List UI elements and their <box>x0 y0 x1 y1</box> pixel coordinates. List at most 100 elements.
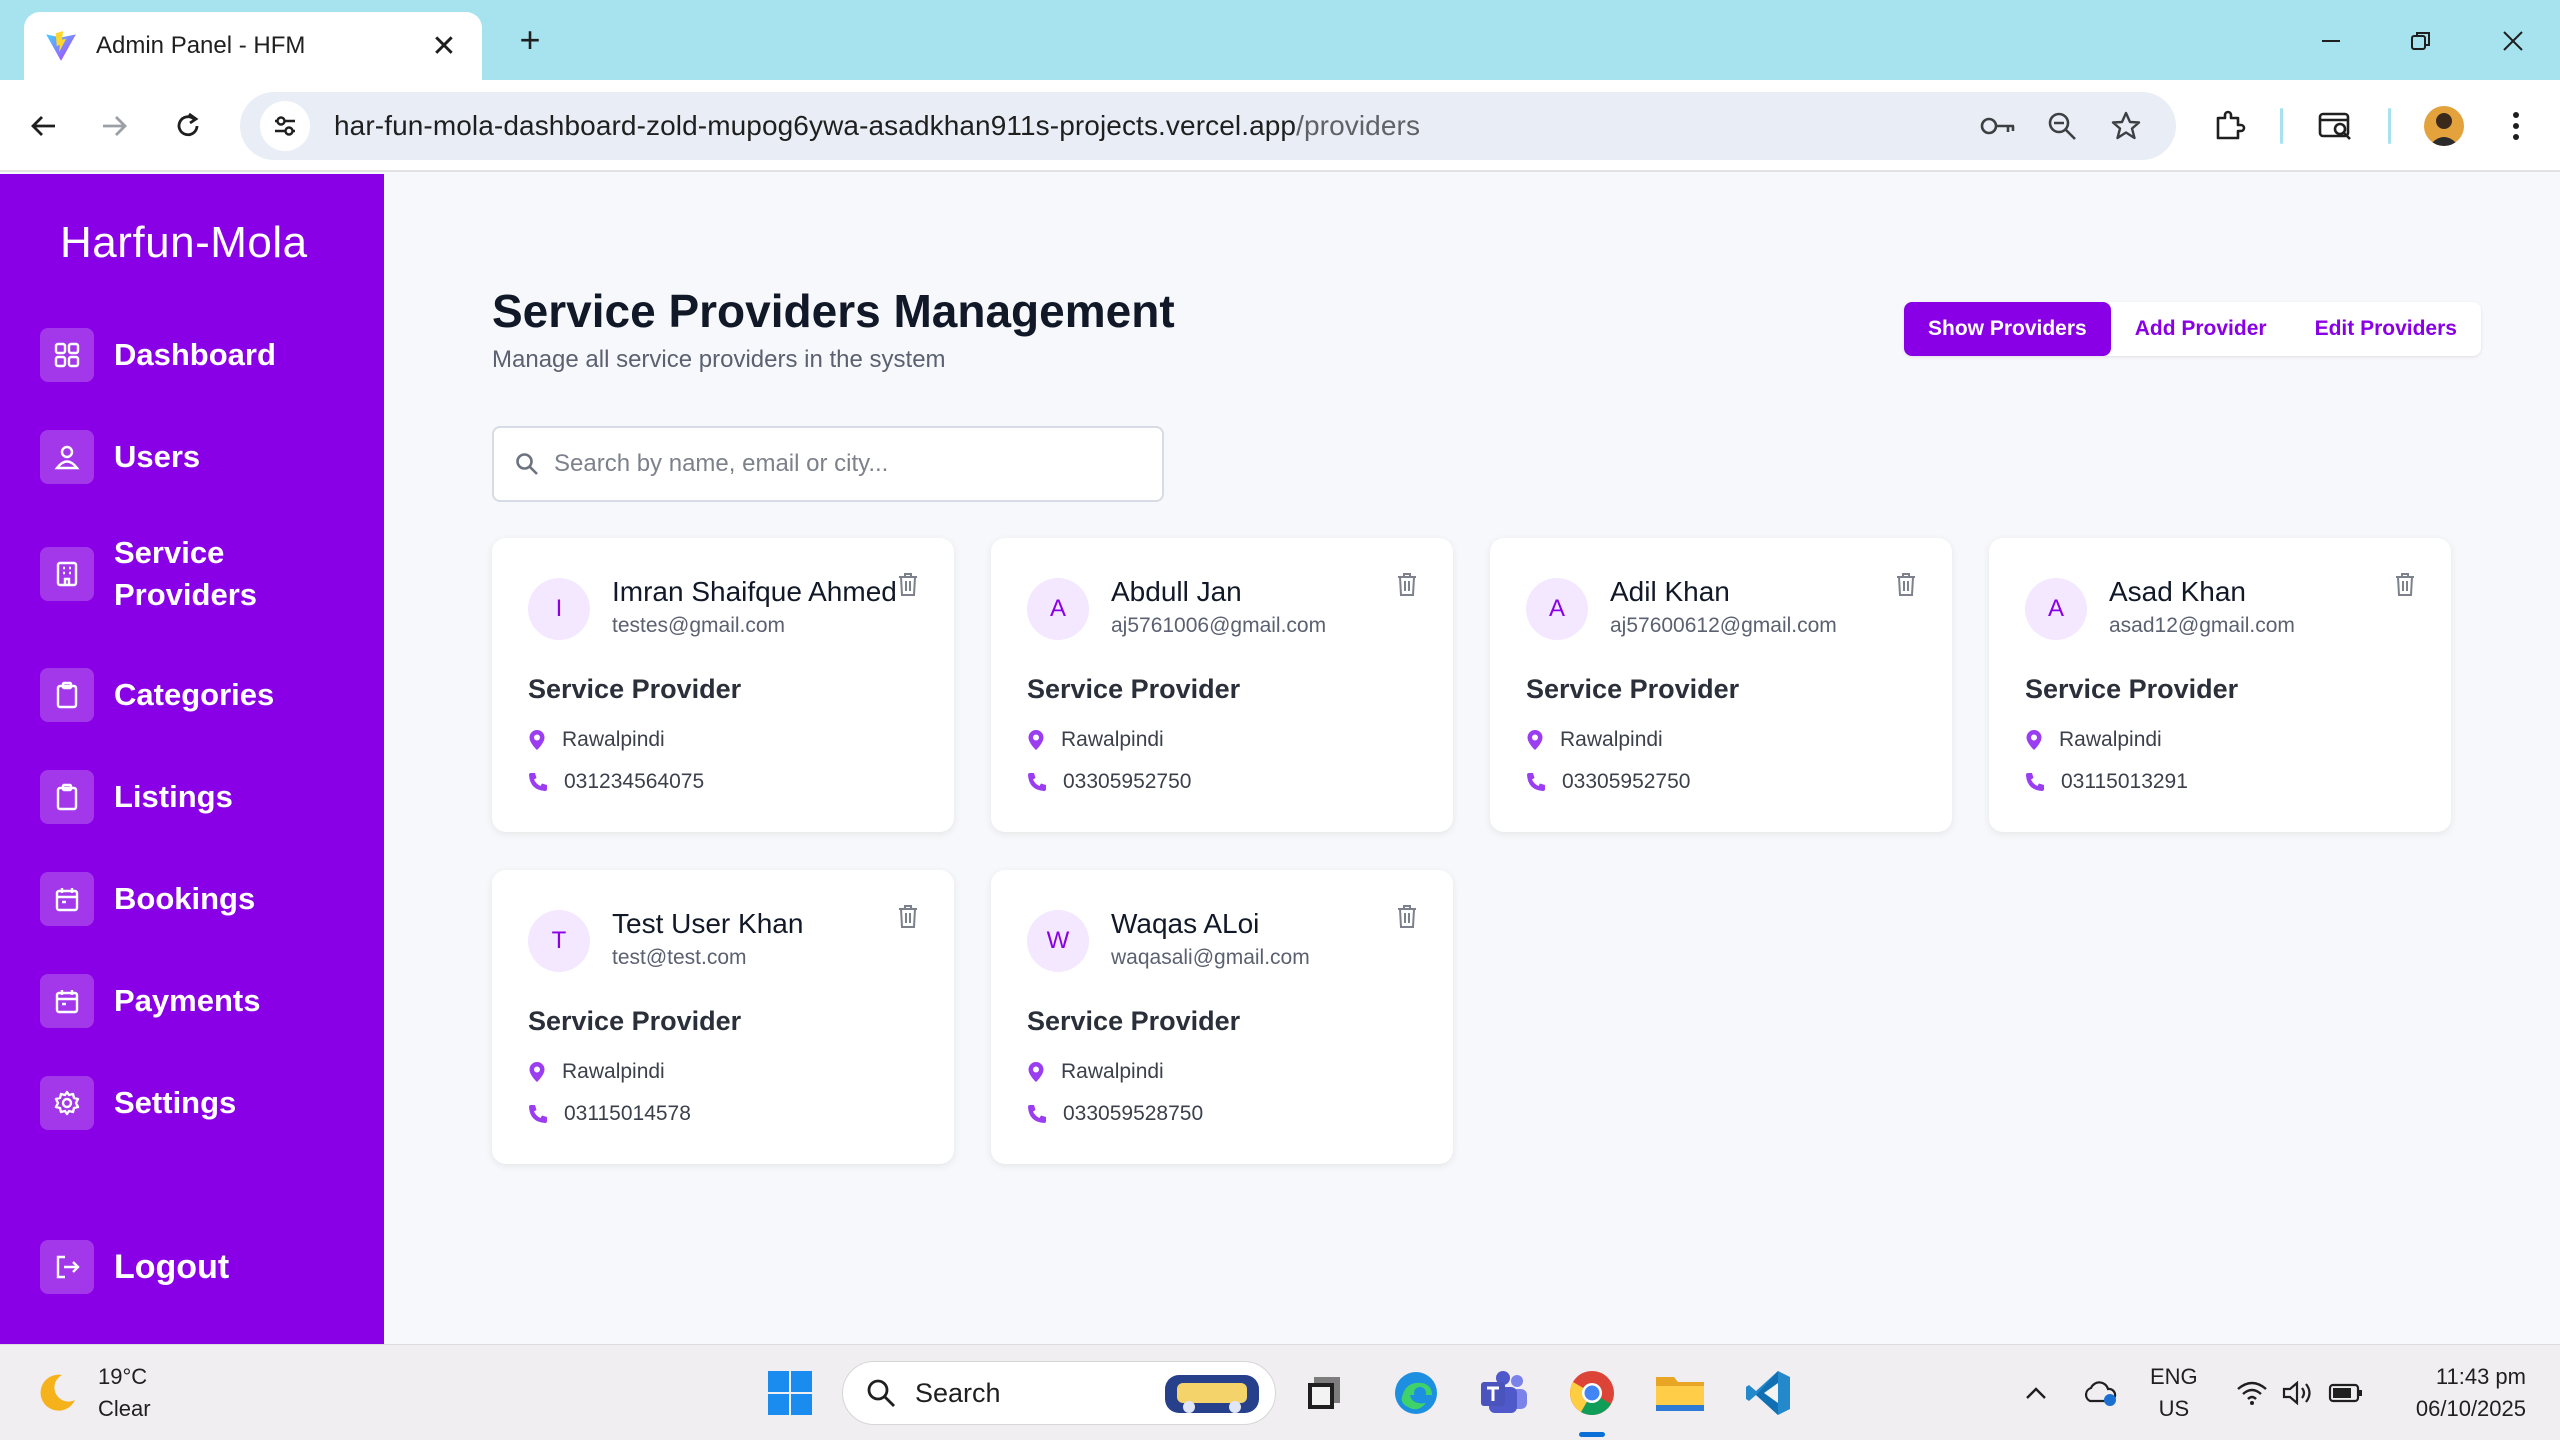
avatar: T <box>528 910 590 972</box>
view-tabs: Show Providers Add Provider Edit Provide… <box>1904 302 2481 356</box>
forward-icon[interactable] <box>90 102 138 150</box>
delete-trash-icon[interactable] <box>2389 568 2421 600</box>
provider-city-row: Rawalpindi <box>528 1060 665 1084</box>
calendar-icon <box>40 974 94 1028</box>
chevron-up-icon[interactable] <box>2016 1373 2056 1413</box>
password-key-icon[interactable] <box>1974 102 2022 150</box>
location-pin-icon <box>1028 1062 1044 1082</box>
zoom-icon[interactable] <box>2038 102 2086 150</box>
provider-card: A Abdull Jan aj5761006@gmail.com Service… <box>991 538 1453 832</box>
onedrive-cloud-icon[interactable] <box>2080 1373 2120 1413</box>
reload-icon[interactable] <box>164 102 212 150</box>
provider-city-row: Rawalpindi <box>1526 728 1663 752</box>
provider-phone: 03305952750 <box>1562 770 1691 793</box>
search-icon <box>867 1379 895 1407</box>
logout-button[interactable]: Logout <box>40 1240 229 1294</box>
sidebar-item-dashboard[interactable]: Dashboard <box>40 328 276 382</box>
language-indicator[interactable]: ENG US <box>2150 1361 2198 1425</box>
provider-card: W Waqas ALoi waqasali@gmail.com Service … <box>991 870 1453 1164</box>
sidebar-item-service-providers[interactable]: Service Providers <box>40 532 274 616</box>
browser-menu-icon[interactable] <box>2492 102 2540 150</box>
provider-phone: 033059528750 <box>1063 1102 1204 1125</box>
extensions-icon[interactable] <box>2206 102 2254 150</box>
location-pin-icon <box>1527 730 1543 750</box>
edit-providers-button[interactable]: Edit Providers <box>2291 302 2481 356</box>
tab-search-icon[interactable] <box>2312 102 2360 150</box>
restore-icon[interactable] <box>2398 18 2444 64</box>
provider-role: Service Provider <box>528 1006 742 1036</box>
new-tab-icon[interactable]: + <box>510 19 550 60</box>
edge-icon[interactable] <box>1386 1363 1446 1423</box>
phone-icon <box>1527 773 1545 791</box>
browser-tab-strip: Admin Panel - HFM ✕ + <box>0 0 2560 80</box>
logout-icon <box>40 1240 94 1294</box>
provider-city: Rawalpindi <box>562 1060 665 1083</box>
sidebar-item-categories[interactable]: Categories <box>40 668 274 722</box>
provider-phone-row: 03115014578 <box>528 1102 691 1126</box>
taskbar: 19°C Clear Search ENG US 11:43 pm 06/10/… <box>0 1344 2560 1440</box>
delete-trash-icon[interactable] <box>1391 568 1423 600</box>
volume-icon[interactable] <box>2278 1373 2318 1413</box>
minimize-icon[interactable] <box>2308 18 2354 64</box>
add-provider-button[interactable]: Add Provider <box>2111 302 2291 356</box>
provider-city-row: Rawalpindi <box>1027 728 1164 752</box>
taskbar-search-label: Search <box>915 1377 1001 1408</box>
delete-trash-icon[interactable] <box>892 568 924 600</box>
page-title: Service Providers Management <box>492 285 1175 337</box>
profile-avatar[interactable] <box>2420 102 2468 150</box>
vscode-icon[interactable] <box>1738 1363 1798 1423</box>
brand-title: Harfun-Mola <box>60 218 308 267</box>
delete-trash-icon[interactable] <box>1391 900 1423 932</box>
teams-icon[interactable] <box>1474 1363 1534 1423</box>
sidebar-item-bookings[interactable]: Bookings <box>40 872 255 926</box>
task-view-icon[interactable] <box>1294 1363 1354 1423</box>
sidebar-item-users[interactable]: Users <box>40 430 200 484</box>
sidebar-item-label: Service Providers <box>114 535 258 612</box>
toolbar-separator <box>2388 108 2391 144</box>
provider-city: Rawalpindi <box>1560 728 1663 751</box>
phone-icon <box>2026 773 2044 791</box>
provider-card: I Imran Shaifque Ahmed testes@gmail.com … <box>492 538 954 832</box>
provider-card: A Asad Khan asad12@gmail.com Service Pro… <box>1989 538 2451 832</box>
provider-city: Rawalpindi <box>562 728 665 751</box>
sidebar-item-payments[interactable]: Payments <box>40 974 260 1028</box>
system-clock[interactable]: 11:43 pm 06/10/2025 <box>2390 1361 2526 1425</box>
weather-widget[interactable]: 19°C Clear <box>34 1361 151 1425</box>
provider-name: Test User Khan <box>612 908 804 939</box>
calendar-icon <box>40 872 94 926</box>
browser-tab[interactable]: Admin Panel - HFM ✕ <box>24 12 482 80</box>
avatar: A <box>1027 578 1089 640</box>
bookmark-star-icon[interactable] <box>2102 102 2150 150</box>
search-input[interactable] <box>554 450 1134 478</box>
close-window-icon[interactable] <box>2490 18 2536 64</box>
provider-city: Rawalpindi <box>2059 728 2162 751</box>
provider-phone: 03305952750 <box>1063 770 1192 793</box>
provider-email: asad12@gmail.com <box>2109 614 2295 637</box>
avatar: A <box>2025 578 2087 640</box>
phone-icon <box>1028 1105 1046 1123</box>
delete-trash-icon[interactable] <box>1890 568 1922 600</box>
back-icon[interactable] <box>20 102 68 150</box>
wifi-icon[interactable] <box>2232 1373 2272 1413</box>
provider-name: Abdull Jan <box>1111 576 1242 607</box>
search-box[interactable] <box>492 426 1164 502</box>
battery-icon[interactable] <box>2326 1373 2366 1413</box>
file-explorer-icon[interactable] <box>1650 1363 1710 1423</box>
tab-close-icon[interactable]: ✕ <box>426 29 462 64</box>
search-highlight-icon <box>1165 1375 1259 1413</box>
chrome-icon[interactable] <box>1562 1363 1622 1437</box>
toolbar-separator <box>2280 108 2283 144</box>
moon-icon <box>40 1374 75 1411</box>
start-windows-icon[interactable] <box>760 1363 820 1423</box>
sidebar-item-settings[interactable]: Settings <box>40 1076 236 1130</box>
provider-name: Adil Khan <box>1610 576 1730 607</box>
site-info-icon[interactable] <box>260 101 310 151</box>
provider-email: testes@gmail.com <box>612 614 786 637</box>
gear-icon <box>40 1076 94 1130</box>
sidebar-item-label: Dashboard <box>114 337 276 372</box>
delete-trash-icon[interactable] <box>892 900 924 932</box>
sidebar-item-listings[interactable]: Listings <box>40 770 233 824</box>
show-providers-button[interactable]: Show Providers <box>1904 302 2111 356</box>
address-bar[interactable]: har-fun-mola-dashboard-zold-mupog6ywa-as… <box>240 92 2176 160</box>
taskbar-search[interactable]: Search <box>842 1361 1276 1425</box>
